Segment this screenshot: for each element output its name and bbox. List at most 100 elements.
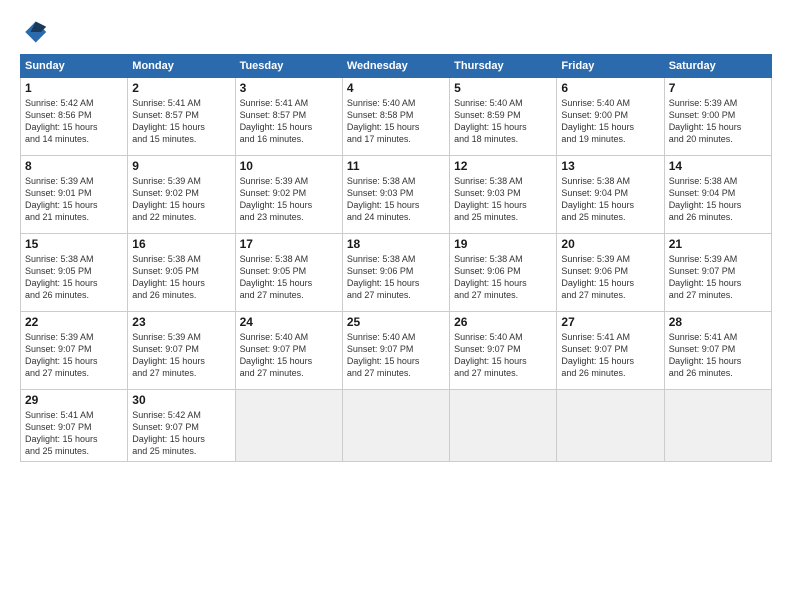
day-number: 3 bbox=[240, 81, 338, 95]
day-number: 26 bbox=[454, 315, 552, 329]
day-info: Sunrise: 5:40 AM Sunset: 9:00 PM Dayligh… bbox=[561, 97, 659, 146]
calendar-cell: 17 Sunrise: 5:38 AM Sunset: 9:05 PM Dayli… bbox=[235, 234, 342, 312]
logo bbox=[20, 18, 52, 46]
weekday-header-friday: Friday bbox=[557, 55, 664, 78]
day-number: 7 bbox=[669, 81, 767, 95]
day-number: 13 bbox=[561, 159, 659, 173]
calendar-cell: 27 Sunrise: 5:41 AM Sunset: 9:07 PM Dayli… bbox=[557, 312, 664, 390]
day-number: 17 bbox=[240, 237, 338, 251]
calendar-cell: 4 Sunrise: 5:40 AM Sunset: 8:58 PM Daylig… bbox=[342, 78, 449, 156]
day-number: 27 bbox=[561, 315, 659, 329]
calendar-cell bbox=[342, 390, 449, 462]
day-info: Sunrise: 5:42 AM Sunset: 9:07 PM Dayligh… bbox=[132, 409, 230, 458]
calendar-cell: 16Sunrise: 5:38 AM Sunset: 9:05 PM Dayli… bbox=[128, 234, 235, 312]
day-info: Sunrise: 5:39 AM Sunset: 9:01 PM Dayligh… bbox=[25, 175, 123, 224]
day-info: Sunrise: 5:38 AM Sunset: 9:04 PM Dayligh… bbox=[561, 175, 659, 224]
calendar-cell: 3 Sunrise: 5:41 AM Sunset: 8:57 PM Daylig… bbox=[235, 78, 342, 156]
day-info: Sunrise: 5:39 AM Sunset: 9:02 PM Dayligh… bbox=[240, 175, 338, 224]
day-number: 12 bbox=[454, 159, 552, 173]
day-number: 1 bbox=[25, 81, 123, 95]
day-number: 18 bbox=[347, 237, 445, 251]
day-info: Sunrise: 5:41 AM Sunset: 9:07 PM Dayligh… bbox=[25, 409, 123, 458]
calendar-cell: 18 Sunrise: 5:38 AM Sunset: 9:06 PM Dayli… bbox=[342, 234, 449, 312]
day-number: 11 bbox=[347, 159, 445, 173]
day-number: 10 bbox=[240, 159, 338, 173]
day-info: Sunrise: 5:41 AM Sunset: 9:07 PM Dayligh… bbox=[561, 331, 659, 380]
calendar-week-1: 1 Sunrise: 5:42 AM Sunset: 8:56 PM Daylig… bbox=[21, 78, 772, 156]
calendar-week-4: 22 Sunrise: 5:39 AM Sunset: 9:07 PM Dayli… bbox=[21, 312, 772, 390]
day-number: 29 bbox=[25, 393, 123, 407]
calendar-cell: 29 Sunrise: 5:41 AM Sunset: 9:07 PM Dayli… bbox=[21, 390, 128, 462]
day-info: Sunrise: 5:38 AM Sunset: 9:04 PM Dayligh… bbox=[669, 175, 767, 224]
day-info: Sunrise: 5:41 AM Sunset: 9:07 PM Dayligh… bbox=[669, 331, 767, 380]
calendar-cell: 6 Sunrise: 5:40 AM Sunset: 9:00 PM Daylig… bbox=[557, 78, 664, 156]
day-number: 21 bbox=[669, 237, 767, 251]
day-info: Sunrise: 5:40 AM Sunset: 8:59 PM Dayligh… bbox=[454, 97, 552, 146]
day-info: Sunrise: 5:39 AM Sunset: 9:02 PM Dayligh… bbox=[132, 175, 230, 224]
weekday-header-saturday: Saturday bbox=[664, 55, 771, 78]
calendar-cell: 19Sunrise: 5:38 AM Sunset: 9:06 PM Dayli… bbox=[450, 234, 557, 312]
calendar-cell: 28 Sunrise: 5:41 AM Sunset: 9:07 PM Dayli… bbox=[664, 312, 771, 390]
calendar-cell: 8 Sunrise: 5:39 AM Sunset: 9:01 PM Daylig… bbox=[21, 156, 128, 234]
calendar-cell: 20 Sunrise: 5:39 AM Sunset: 9:06 PM Dayli… bbox=[557, 234, 664, 312]
day-number: 4 bbox=[347, 81, 445, 95]
weekday-header-thursday: Thursday bbox=[450, 55, 557, 78]
calendar-cell: 2Sunrise: 5:41 AM Sunset: 8:57 PM Daylig… bbox=[128, 78, 235, 156]
day-info: Sunrise: 5:39 AM Sunset: 9:06 PM Dayligh… bbox=[561, 253, 659, 302]
day-info: Sunrise: 5:39 AM Sunset: 9:00 PM Dayligh… bbox=[669, 97, 767, 146]
calendar-cell bbox=[235, 390, 342, 462]
day-number: 14 bbox=[669, 159, 767, 173]
day-info: Sunrise: 5:38 AM Sunset: 9:03 PM Dayligh… bbox=[454, 175, 552, 224]
calendar-cell: 21 Sunrise: 5:39 AM Sunset: 9:07 PM Dayli… bbox=[664, 234, 771, 312]
day-number: 8 bbox=[25, 159, 123, 173]
calendar-cell: 10 Sunrise: 5:39 AM Sunset: 9:02 PM Dayli… bbox=[235, 156, 342, 234]
day-number: 6 bbox=[561, 81, 659, 95]
calendar-cell: 15Sunrise: 5:38 AM Sunset: 9:05 PM Dayli… bbox=[21, 234, 128, 312]
day-number: 22 bbox=[25, 315, 123, 329]
header bbox=[20, 18, 772, 46]
day-info: Sunrise: 5:38 AM Sunset: 9:05 PM Dayligh… bbox=[240, 253, 338, 302]
calendar-week-5: 29 Sunrise: 5:41 AM Sunset: 9:07 PM Dayli… bbox=[21, 390, 772, 462]
calendar-week-3: 15Sunrise: 5:38 AM Sunset: 9:05 PM Dayli… bbox=[21, 234, 772, 312]
day-info: Sunrise: 5:40 AM Sunset: 9:07 PM Dayligh… bbox=[240, 331, 338, 380]
calendar-week-2: 8 Sunrise: 5:39 AM Sunset: 9:01 PM Daylig… bbox=[21, 156, 772, 234]
day-number: 5 bbox=[454, 81, 552, 95]
day-info: Sunrise: 5:38 AM Sunset: 9:03 PM Dayligh… bbox=[347, 175, 445, 224]
day-number: 2 bbox=[132, 81, 230, 95]
calendar-cell: 13 Sunrise: 5:38 AM Sunset: 9:04 PM Dayli… bbox=[557, 156, 664, 234]
day-number: 16 bbox=[132, 237, 230, 251]
calendar-cell: 14 Sunrise: 5:38 AM Sunset: 9:04 PM Dayli… bbox=[664, 156, 771, 234]
day-info: Sunrise: 5:41 AM Sunset: 8:57 PM Dayligh… bbox=[240, 97, 338, 146]
weekday-header-sunday: Sunday bbox=[21, 55, 128, 78]
day-number: 24 bbox=[240, 315, 338, 329]
day-info: Sunrise: 5:38 AM Sunset: 9:06 PM Dayligh… bbox=[347, 253, 445, 302]
weekday-header-tuesday: Tuesday bbox=[235, 55, 342, 78]
calendar-cell bbox=[450, 390, 557, 462]
day-info: Sunrise: 5:39 AM Sunset: 9:07 PM Dayligh… bbox=[669, 253, 767, 302]
calendar-cell bbox=[664, 390, 771, 462]
calendar-cell: 23 Sunrise: 5:39 AM Sunset: 9:07 PM Dayli… bbox=[128, 312, 235, 390]
calendar-cell: 26Sunrise: 5:40 AM Sunset: 9:07 PM Dayli… bbox=[450, 312, 557, 390]
logo-icon bbox=[20, 18, 48, 46]
day-number: 28 bbox=[669, 315, 767, 329]
calendar-cell: 22 Sunrise: 5:39 AM Sunset: 9:07 PM Dayli… bbox=[21, 312, 128, 390]
day-info: Sunrise: 5:40 AM Sunset: 9:07 PM Dayligh… bbox=[347, 331, 445, 380]
day-info: Sunrise: 5:40 AM Sunset: 8:58 PM Dayligh… bbox=[347, 97, 445, 146]
calendar-cell: 25 Sunrise: 5:40 AM Sunset: 9:07 PM Dayli… bbox=[342, 312, 449, 390]
day-number: 25 bbox=[347, 315, 445, 329]
calendar-cell: 24 Sunrise: 5:40 AM Sunset: 9:07 PM Dayli… bbox=[235, 312, 342, 390]
day-info: Sunrise: 5:38 AM Sunset: 9:05 PM Dayligh… bbox=[25, 253, 123, 302]
calendar-cell bbox=[557, 390, 664, 462]
calendar-cell: 7 Sunrise: 5:39 AM Sunset: 9:00 PM Daylig… bbox=[664, 78, 771, 156]
weekday-header-monday: Monday bbox=[128, 55, 235, 78]
day-number: 23 bbox=[132, 315, 230, 329]
calendar-cell: 1 Sunrise: 5:42 AM Sunset: 8:56 PM Daylig… bbox=[21, 78, 128, 156]
calendar-cell: 12 Sunrise: 5:38 AM Sunset: 9:03 PM Dayli… bbox=[450, 156, 557, 234]
day-number: 20 bbox=[561, 237, 659, 251]
calendar-cell: 30Sunrise: 5:42 AM Sunset: 9:07 PM Dayli… bbox=[128, 390, 235, 462]
day-info: Sunrise: 5:42 AM Sunset: 8:56 PM Dayligh… bbox=[25, 97, 123, 146]
calendar-cell: 9Sunrise: 5:39 AM Sunset: 9:02 PM Daylig… bbox=[128, 156, 235, 234]
day-info: Sunrise: 5:39 AM Sunset: 9:07 PM Dayligh… bbox=[132, 331, 230, 380]
calendar-cell: 11 Sunrise: 5:38 AM Sunset: 9:03 PM Dayli… bbox=[342, 156, 449, 234]
day-info: Sunrise: 5:39 AM Sunset: 9:07 PM Dayligh… bbox=[25, 331, 123, 380]
